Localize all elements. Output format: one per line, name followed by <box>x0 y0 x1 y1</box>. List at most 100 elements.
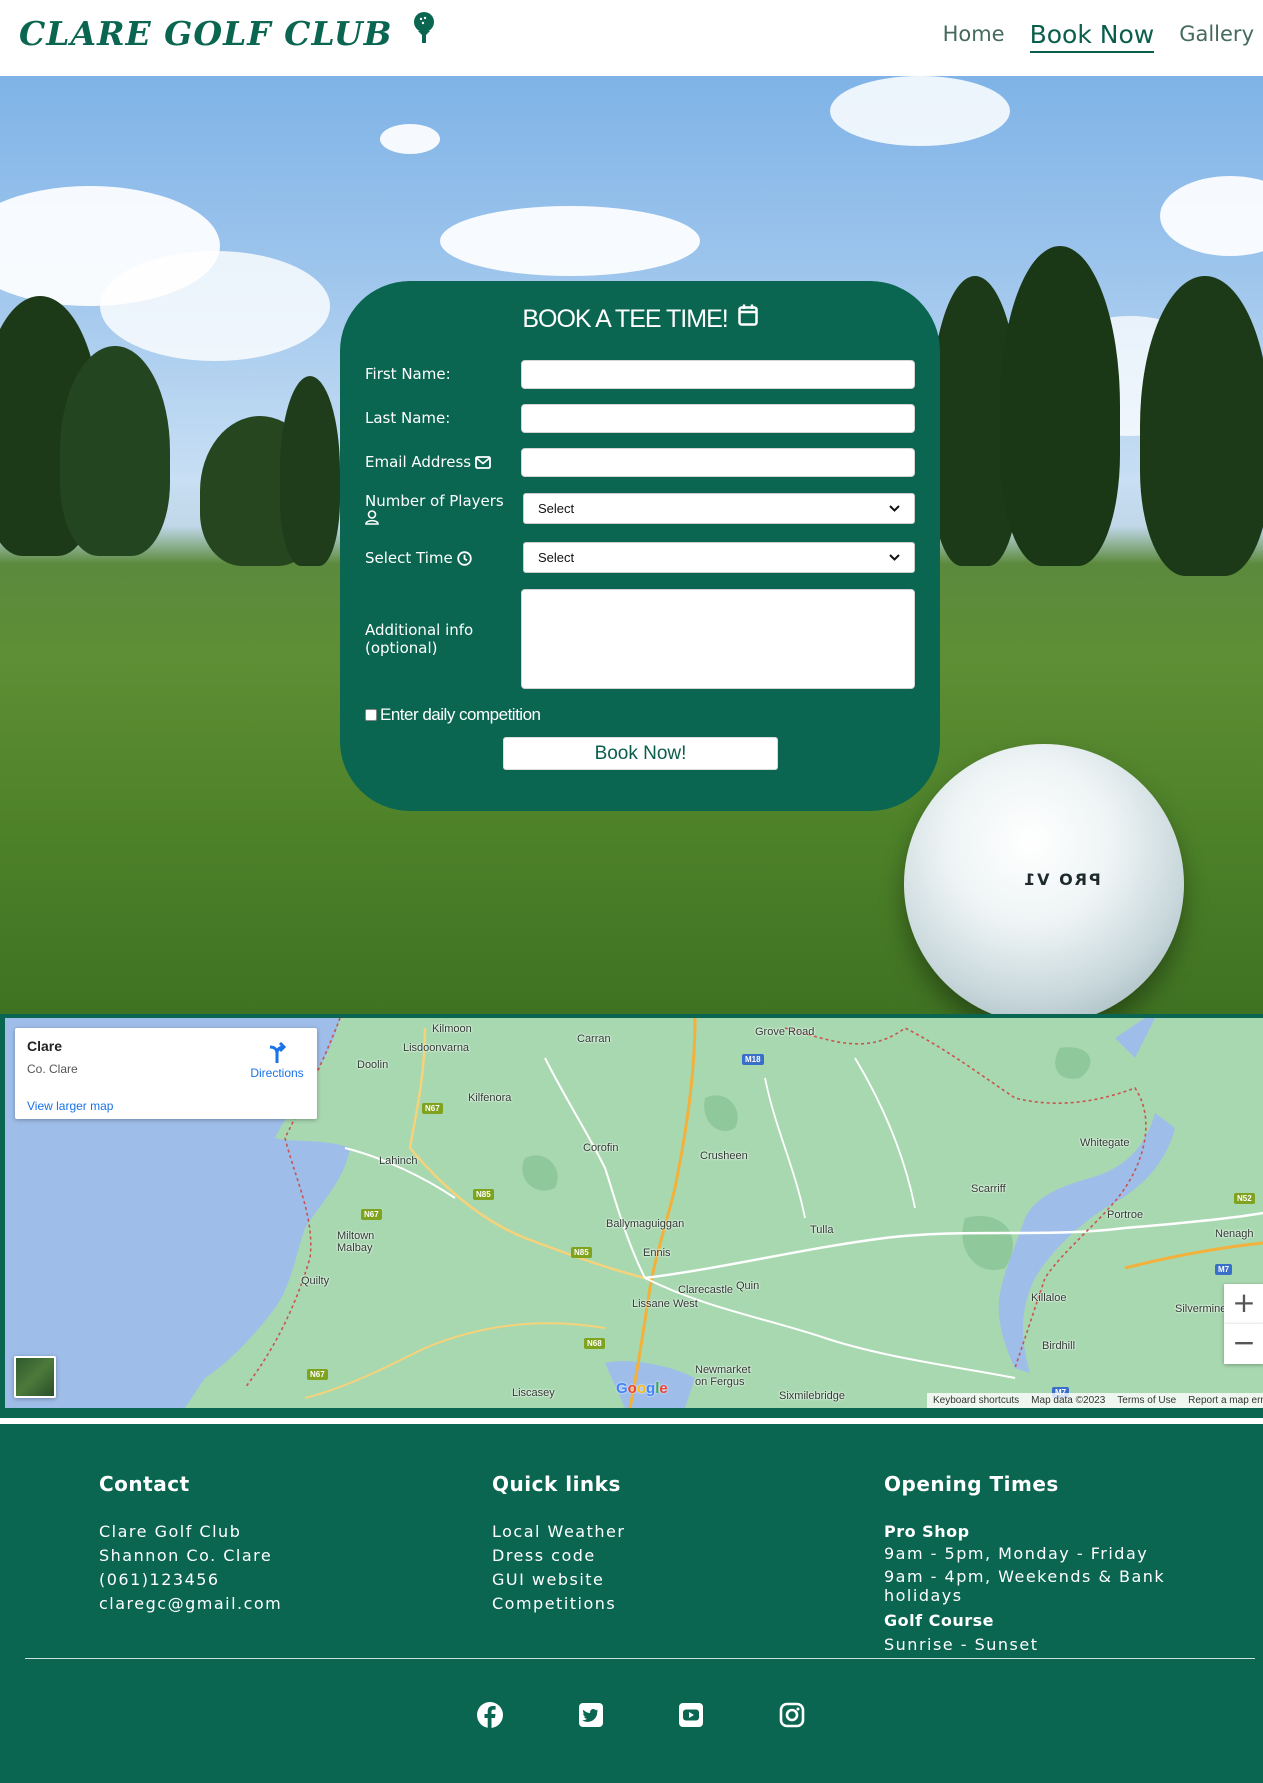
satellite-toggle[interactable] <box>14 1356 56 1398</box>
map-place-label: Birdhill <box>1042 1340 1076 1352</box>
cloud-shape <box>1160 176 1263 256</box>
cloud-shape <box>440 206 700 276</box>
instagram-icon[interactable] <box>778 1701 806 1729</box>
map-place-label: Kilfenora <box>468 1092 512 1104</box>
map-section: Kilmoon Carran Grove Road Lisdoonvarna D… <box>0 1014 1263 1418</box>
map-place-label: Miltown Malbay <box>337 1230 375 1254</box>
pro-shop-hours: 9am - 5pm, Monday - Friday <box>884 1544 1149 1563</box>
calendar-icon <box>737 304 758 333</box>
pro-shop-hours: 9am - 4pm, Weekends & Bank holidays <box>884 1567 1166 1605</box>
directions-button[interactable]: Directions <box>245 1042 309 1080</box>
zoom-out-button[interactable]: − <box>1224 1324 1263 1364</box>
tree-shape <box>280 376 340 566</box>
map-data-text: Map data ©2023 <box>1031 1395 1106 1406</box>
email-label: Email Address <box>365 453 492 471</box>
nav-book-now[interactable]: Book Now <box>1029 20 1155 53</box>
players-select-value: Select <box>538 501 575 516</box>
road-marker: N67 <box>307 1369 328 1380</box>
email-input[interactable] <box>521 448 915 477</box>
cloud-shape <box>100 251 330 361</box>
nav-home[interactable]: Home <box>943 22 1005 53</box>
golf-ball-image: PRO V1 <box>904 744 1184 1014</box>
players-select[interactable]: Select <box>523 493 915 524</box>
envelope-icon <box>475 455 492 469</box>
competition-checkbox-row[interactable]: Enter daily competition <box>365 705 541 725</box>
facebook-icon[interactable] <box>476 1701 504 1729</box>
map-place-label: Kilmoon <box>432 1023 472 1035</box>
time-label: Select Time <box>365 549 472 567</box>
cloud-shape <box>380 124 440 154</box>
golf-course-heading: Golf Course <box>884 1611 995 1630</box>
cloud-shape <box>830 76 1010 146</box>
map-place-label: Carran <box>577 1033 611 1045</box>
email-label-text: Email Address <box>365 453 472 471</box>
map-place-label: Whitegate <box>1080 1137 1130 1149</box>
footer-quick-links: Quick links Local Weather Dress code GUI… <box>492 1472 625 1616</box>
map-place-label: Sixmilebridge <box>779 1390 846 1402</box>
logo-text: CLARE GOLF CLUB <box>19 14 393 53</box>
view-larger-map-link[interactable]: View larger map <box>27 1099 113 1113</box>
last-name-input[interactable] <box>521 404 915 433</box>
road-marker: N85 <box>473 1189 494 1200</box>
tree-shape <box>60 346 170 556</box>
quick-links-heading: Quick links <box>492 1472 621 1496</box>
terms-link[interactable]: Terms of Use <box>1117 1393 1176 1408</box>
tree-shape <box>1140 276 1263 576</box>
footer-divider <box>25 1658 1255 1659</box>
contact-email[interactable]: claregc@gmail.com <box>99 1592 282 1616</box>
road-marker: N67 <box>422 1103 443 1114</box>
footer-contact: Contact Clare Golf Club Shannon Co. Clar… <box>99 1472 282 1616</box>
quick-link-gui[interactable]: GUI website <box>492 1568 625 1592</box>
keyboard-shortcuts-link[interactable]: Keyboard shortcuts <box>933 1393 1019 1408</box>
competition-label: Enter daily competition <box>380 705 541 724</box>
map-place-label: Ennis <box>643 1247 671 1259</box>
info-textarea[interactable] <box>521 589 915 689</box>
quick-link-dress-code[interactable]: Dress code <box>492 1544 625 1568</box>
zoom-in-button[interactable]: + <box>1224 1284 1263 1324</box>
competition-checkbox[interactable] <box>365 709 377 721</box>
footer-panel: Contact Clare Golf Club Shannon Co. Clar… <box>0 1424 1263 1783</box>
booking-title: BOOK A TEE TIME! <box>340 304 940 334</box>
map-place-label: Lisdoonvarna <box>403 1042 470 1054</box>
google-map[interactable]: Kilmoon Carran Grove Road Lisdoonvarna D… <box>5 1018 1263 1408</box>
pro-shop-heading: Pro Shop <box>884 1522 970 1541</box>
players-label-text: Number of Players <box>365 492 504 510</box>
nav-gallery[interactable]: Gallery <box>1179 22 1254 53</box>
time-select[interactable]: Select <box>523 542 915 573</box>
map-card-subtitle: Co. Clare <box>27 1062 78 1076</box>
chevron-down-icon <box>889 505 900 512</box>
road-marker: M18 <box>742 1054 764 1065</box>
google-logo: Google <box>616 1380 668 1397</box>
map-place-label: Quilty <box>301 1275 330 1287</box>
site-logo[interactable]: CLARE GOLF CLUB <box>19 11 437 53</box>
map-place-label: Crusheen <box>700 1150 748 1162</box>
map-place-label: Scarriff <box>971 1183 1006 1195</box>
golf-ball-on-tee-icon <box>411 11 437 53</box>
golf-course-hours: Sunrise - Sunset <box>884 1635 1039 1654</box>
user-icon <box>365 510 379 525</box>
booking-title-text: BOOK A TEE TIME! <box>522 305 728 333</box>
map-place-label: Liscasey <box>512 1387 555 1399</box>
report-error-link[interactable]: Report a map error <box>1188 1393 1263 1408</box>
first-name-label: First Name: <box>365 365 451 383</box>
map-place-label: Doolin <box>357 1059 389 1071</box>
map-card-title: Clare <box>27 1038 63 1054</box>
quick-link-competitions[interactable]: Competitions <box>492 1592 625 1616</box>
twitter-icon[interactable] <box>577 1701 605 1729</box>
contact-phone[interactable]: (061)123456 <box>99 1568 282 1592</box>
road-marker: N85 <box>571 1247 592 1258</box>
book-now-button[interactable]: Book Now! <box>503 737 778 770</box>
map-place-label: Clarecastle <box>678 1284 734 1296</box>
directions-label: Directions <box>250 1066 304 1080</box>
site-header: CLARE GOLF CLUB Home Book Now Gallery <box>0 0 1263 76</box>
players-label: Number of Players <box>365 492 515 529</box>
youtube-icon[interactable] <box>677 1701 705 1729</box>
map-attribution-bar: Keyboard shortcuts Map data ©2023 Terms … <box>927 1393 1263 1408</box>
clock-icon <box>457 550 472 566</box>
chevron-down-icon <box>889 554 900 561</box>
quick-link-weather[interactable]: Local Weather <box>492 1520 625 1544</box>
road-marker: N67 <box>361 1209 382 1220</box>
booking-form: BOOK A TEE TIME! First Name: Last Name: … <box>340 281 940 811</box>
map-place-label: Lahinch <box>379 1155 418 1167</box>
first-name-input[interactable] <box>521 360 915 389</box>
